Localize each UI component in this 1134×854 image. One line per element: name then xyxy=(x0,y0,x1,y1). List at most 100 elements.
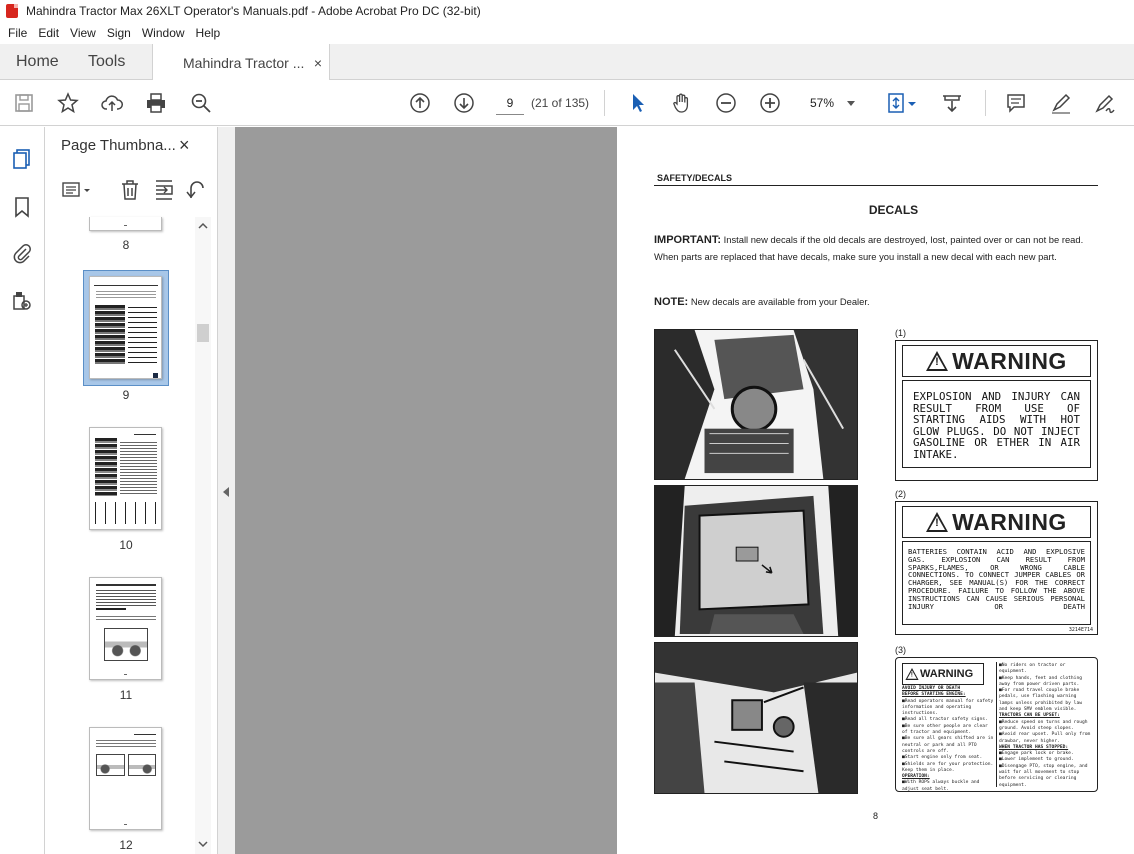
bookmark-star-icon[interactable] xyxy=(56,91,80,115)
page-number: 8 xyxy=(873,811,879,821)
thumbnail-label-8: 8 xyxy=(122,238,130,252)
menu-help[interactable]: Help xyxy=(196,26,221,40)
bookmarks-icon[interactable] xyxy=(10,195,34,219)
panel-toolbar xyxy=(45,171,217,211)
collapse-arrow-icon[interactable] xyxy=(223,487,229,497)
decal-3-columns: WARNING AVOID INJURY OR DEATH BEFORE STA… xyxy=(900,662,1093,792)
decal-3-line: ■Read all tractor safety signs. xyxy=(902,717,988,723)
decal-2-code: 3214E714 xyxy=(1068,627,1093,633)
decal-2-label: (2) xyxy=(895,489,906,499)
next-page-icon[interactable] xyxy=(452,91,476,115)
decal-3-line: ■Shields are for your protection. Keep t… xyxy=(902,761,994,773)
page-thumbnail-8[interactable] xyxy=(89,217,162,231)
delete-pages-icon[interactable] xyxy=(119,178,141,202)
menu-file[interactable]: File xyxy=(8,26,27,40)
decal-1-banner: WARNING xyxy=(902,345,1091,377)
tab-bar: Home Tools Mahindra Tractor ... × xyxy=(0,44,1134,81)
decal-3-label: (3) xyxy=(895,645,906,655)
important-label: IMPORTANT: xyxy=(654,234,722,246)
previous-page-icon[interactable] xyxy=(408,91,432,115)
header-rule xyxy=(654,185,1098,186)
rotate-pages-icon[interactable] xyxy=(185,178,207,202)
page-section-header: SAFETY/DECALS xyxy=(657,173,733,183)
decal-3-line: ■Be sure other people are clear of tract… xyxy=(902,723,988,736)
page-thumbnail-10[interactable] xyxy=(89,427,162,530)
decal-3-left-column: WARNING AVOID INJURY OR DEATH BEFORE STA… xyxy=(900,662,997,792)
scroll-up-icon[interactable] xyxy=(198,222,208,230)
navigation-rail xyxy=(0,127,45,854)
zoom-out-icon[interactable] xyxy=(714,91,738,115)
sign-pen-icon[interactable] xyxy=(1093,91,1117,115)
decal-3-line: ■Keep hands, feet and clothing away from… xyxy=(999,675,1082,687)
upload-cloud-icon[interactable] xyxy=(100,91,124,115)
thumbnail-label-11: 11 xyxy=(119,688,133,702)
decal-1: WARNING EXPLOSION AND INJURY CAN RESULT … xyxy=(895,340,1098,481)
menu-edit[interactable]: Edit xyxy=(38,26,59,40)
decal-1-text: EXPLOSION AND INJURY CAN RESULT FROM USE… xyxy=(902,380,1091,468)
pdf-page: SAFETY/DECALS DECALS IMPORTANT: Install … xyxy=(617,127,1134,854)
page-title: DECALS xyxy=(868,203,919,217)
important-paragraph: IMPORTANT: Install new decals if the old… xyxy=(654,232,1100,264)
select-cursor-icon[interactable] xyxy=(626,91,650,115)
zoom-in-icon[interactable] xyxy=(758,91,782,115)
decal-location-photo-2 xyxy=(654,485,858,637)
decal-2-banner: WARNING xyxy=(902,506,1091,538)
warning-triangle-icon xyxy=(905,668,919,680)
decal-3-left-list: BEFORE STARTING ENGINE: ■Read operators m… xyxy=(902,692,994,793)
panel-close-icon[interactable]: × xyxy=(179,135,190,156)
warning-triangle-icon xyxy=(926,512,949,532)
tab-home[interactable]: Home xyxy=(16,44,59,80)
tab-document[interactable]: Mahindra Tractor ... × xyxy=(152,44,330,81)
page-thumbnail-11[interactable] xyxy=(89,577,162,680)
decal-3-line: ■Read operators manual for safety inform… xyxy=(902,698,994,717)
document-viewer[interactable]: SAFETY/DECALS DECALS IMPORTANT: Install … xyxy=(235,127,1134,854)
attachments-icon[interactable] xyxy=(10,241,34,265)
thumbnail-scrollbar[interactable] xyxy=(195,217,211,854)
thumbnail-label-10: 10 xyxy=(119,538,133,552)
page-number-input[interactable]: 9 xyxy=(496,91,524,115)
tab-close-icon[interactable]: × xyxy=(314,55,322,71)
decal-location-photo-3 xyxy=(654,642,858,794)
zoom-search-icon[interactable] xyxy=(189,91,213,115)
page-thumbnails-icon[interactable] xyxy=(10,147,34,171)
decal-3-line: ■For road travel couple brake pedals, us… xyxy=(999,688,1082,713)
page-thumbnail-9[interactable] xyxy=(89,276,162,379)
thumbnail-label-9: 9 xyxy=(122,388,130,402)
menu-view[interactable]: View xyxy=(70,26,96,40)
extract-pages-icon[interactable] xyxy=(153,178,175,202)
scroll-mode-icon[interactable] xyxy=(940,91,964,115)
hand-tool-icon[interactable] xyxy=(670,91,694,115)
page-count-label: (21 of 135) xyxy=(531,96,590,110)
page-thumbnail-12[interactable] xyxy=(89,727,162,830)
menu-sign[interactable]: Sign xyxy=(107,26,131,40)
note-text: New decals are available from your Deale… xyxy=(688,296,870,307)
save-icon[interactable] xyxy=(12,91,36,115)
menu-window[interactable]: Window xyxy=(142,26,185,40)
panel-collapse-bar[interactable] xyxy=(217,127,235,854)
decal-3-line: ■With ROPS always buckle and adjust seat… xyxy=(902,780,980,792)
panel-title: Page Thumbna... xyxy=(61,137,176,154)
note-paragraph: NOTE: New decals are available from your… xyxy=(654,296,870,308)
decal-3-banner: WARNING xyxy=(902,663,984,685)
warning-triangle-icon xyxy=(926,351,949,371)
thumbnail-options-icon[interactable] xyxy=(61,179,93,201)
scroll-down-icon[interactable] xyxy=(198,840,208,848)
tab-document-label: Mahindra Tractor ... xyxy=(183,54,305,71)
tab-tools[interactable]: Tools xyxy=(88,44,125,80)
print-icon[interactable] xyxy=(144,91,168,115)
decal-3-line: ■Disengage PTO, stop engine, and wait fo… xyxy=(999,763,1088,788)
decal-3: WARNING AVOID INJURY OR DEATH BEFORE STA… xyxy=(895,657,1098,792)
thumbnail-label-12: 12 xyxy=(119,838,133,852)
window-title: Mahindra Tractor Max 26XLT Operator's Ma… xyxy=(26,4,481,18)
fit-page-icon[interactable] xyxy=(884,91,908,115)
zoom-level-select[interactable]: 57% xyxy=(799,91,863,115)
content-tags-icon[interactable] xyxy=(10,289,34,313)
scrollbar-thumb[interactable] xyxy=(197,324,209,342)
decal-3-line: ■Reduce speed on turns and rough ground.… xyxy=(999,719,1088,731)
highlight-pen-icon[interactable] xyxy=(1049,91,1073,115)
decal-3-line: ■No riders on tractor or equipment. xyxy=(999,663,1066,675)
acrobat-pdf-icon xyxy=(6,4,18,18)
comment-icon[interactable] xyxy=(1004,91,1028,115)
toolbar-divider xyxy=(604,90,605,116)
fit-dropdown-icon[interactable] xyxy=(906,91,918,115)
